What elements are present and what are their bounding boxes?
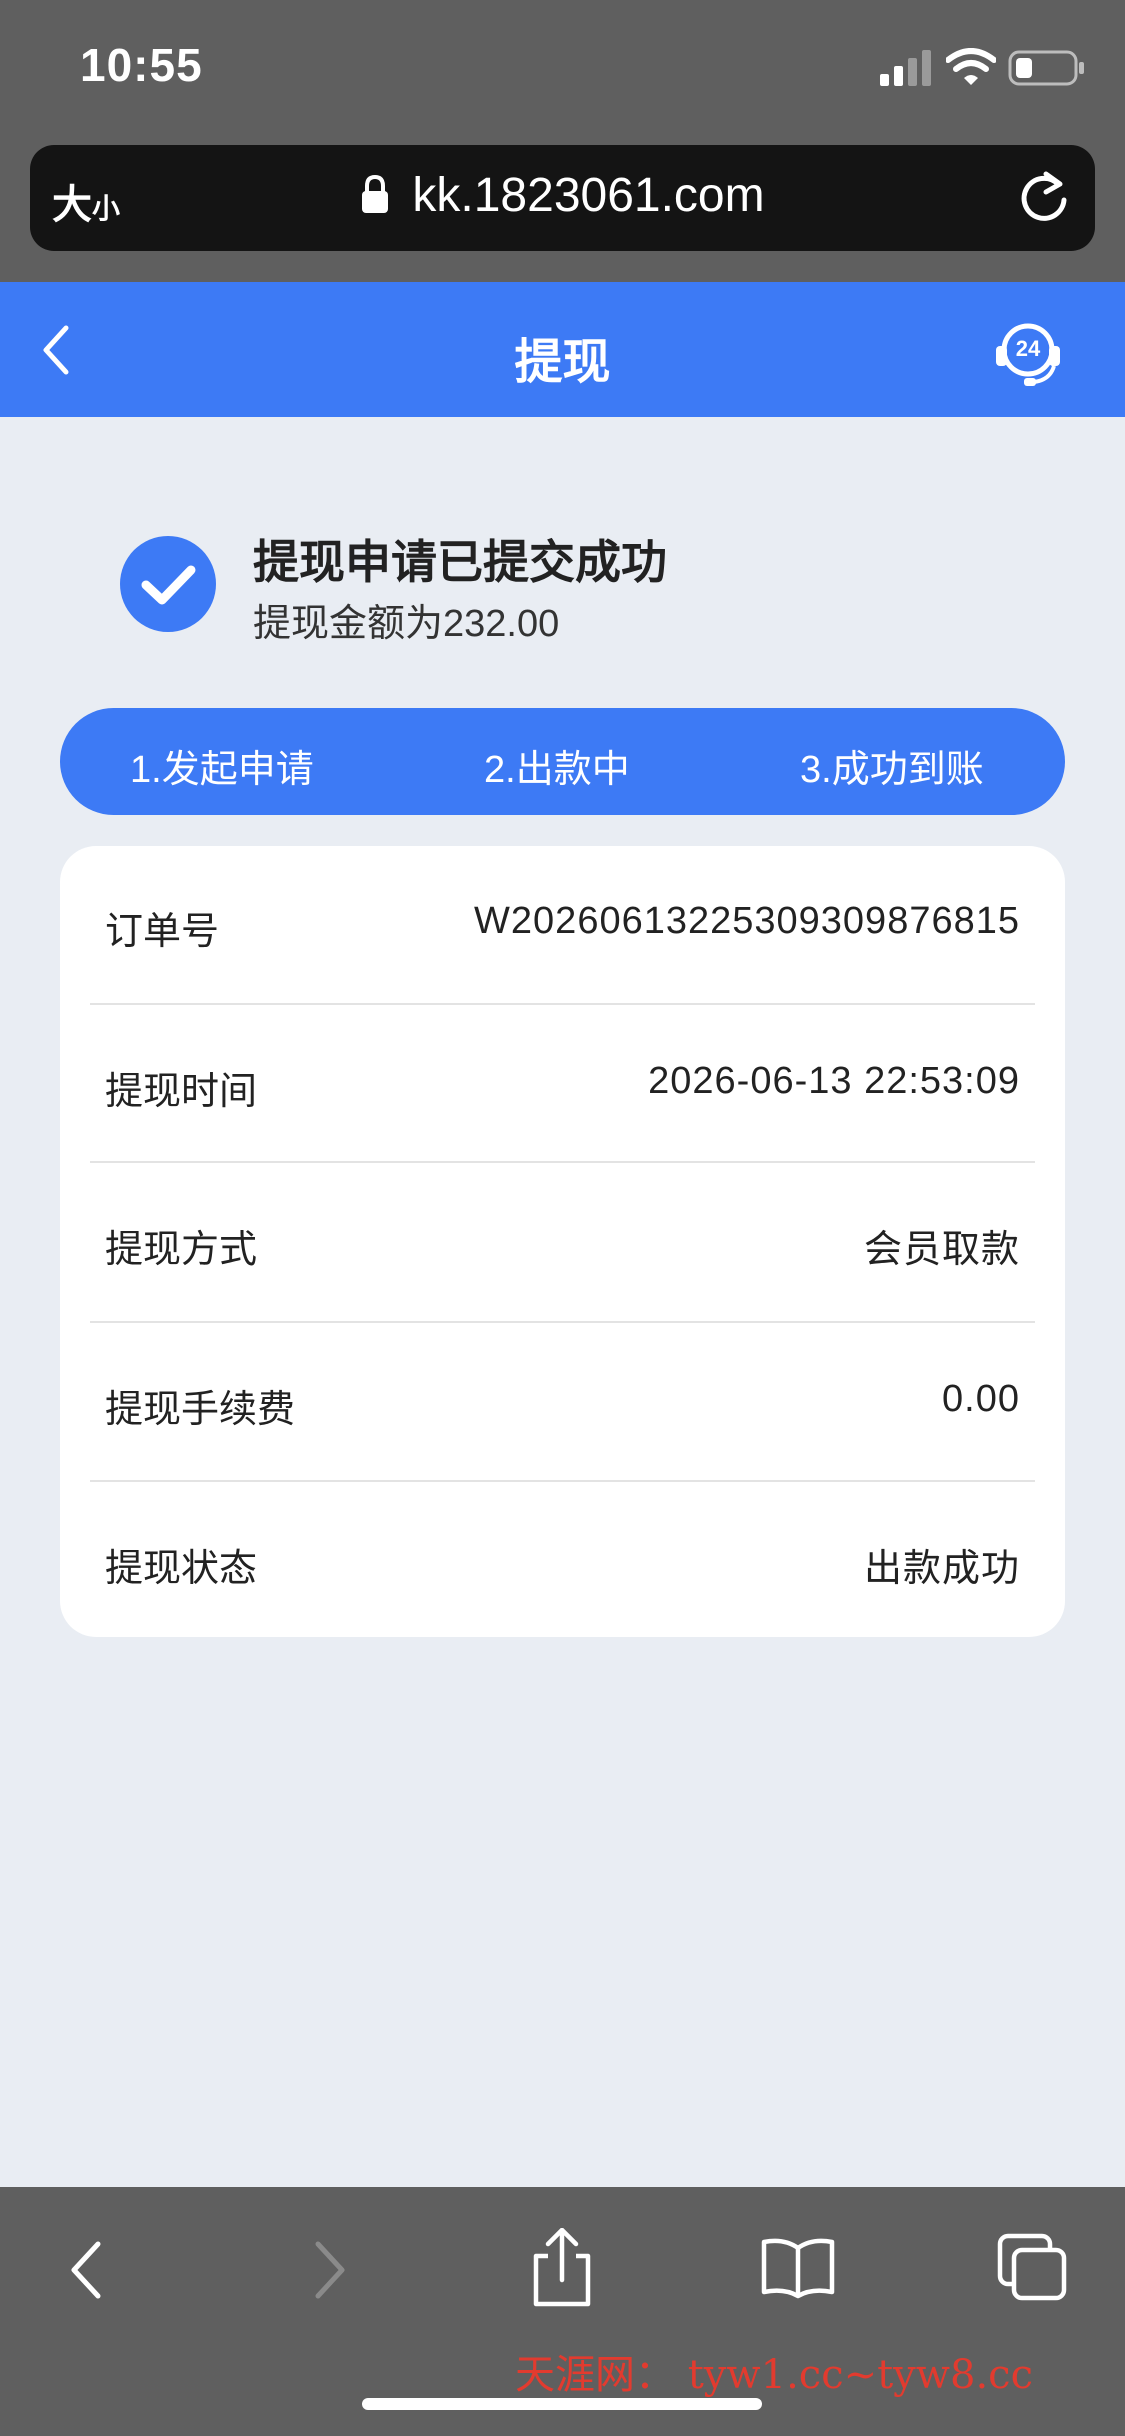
success-check-icon [120, 536, 216, 632]
withdraw-amount: 提现金额为232.00 [253, 603, 560, 645]
support-24-label: 24 [1015, 336, 1041, 361]
browser-back-icon[interactable] [66, 2238, 106, 2302]
divider [90, 1480, 1035, 1482]
customer-service-button[interactable]: 24 [992, 316, 1064, 388]
withdraw-method-value: 会员取款 [863, 1229, 1020, 1271]
order-number-value: W20260613225309309876815 [474, 900, 1020, 942]
withdraw-method-label: 提现方式 [105, 1229, 258, 1271]
step-completed: 3.成功到账 [800, 749, 984, 791]
divider [90, 1161, 1035, 1163]
withdraw-status-value: 出款成功 [863, 1548, 1020, 1590]
browser-forward-icon[interactable] [310, 2238, 350, 2302]
wifi-icon [946, 48, 996, 85]
success-title: 提现申请已提交成功 [253, 536, 667, 588]
reload-icon[interactable] [1018, 170, 1070, 226]
divider [90, 1321, 1035, 1323]
page-title: 提现 [514, 336, 611, 389]
withdraw-time-value: 2026-06-13 22:53:09 [648, 1060, 1020, 1102]
step-initiate: 1.发起申请 [130, 749, 314, 791]
status-time: 10:55 [80, 39, 203, 91]
signal-icon [880, 50, 931, 86]
divider [90, 1003, 1035, 1005]
battery-icon [1008, 50, 1084, 86]
step-processing: 2.出款中 [484, 749, 630, 791]
order-number-label: 订单号 [105, 911, 220, 953]
home-indicator [362, 2398, 762, 2410]
withdraw-fee-label: 提现手续费 [105, 1389, 296, 1431]
withdraw-time-label: 提现时间 [105, 1071, 258, 1113]
watermark: 天涯网： tyw1.cc~tyw8.cc [515, 2352, 1033, 2398]
bookmarks-icon[interactable] [760, 2236, 836, 2300]
url-display[interactable]: kk.1823061.com [0, 168, 1125, 223]
withdraw-status-label: 提现状态 [105, 1548, 258, 1590]
share-icon[interactable] [528, 2228, 596, 2308]
url-text: kk.1823061.com [412, 169, 765, 222]
tabs-icon[interactable] [996, 2232, 1070, 2304]
lock-icon [362, 174, 389, 213]
withdraw-fee-value: 0.00 [942, 1378, 1020, 1420]
